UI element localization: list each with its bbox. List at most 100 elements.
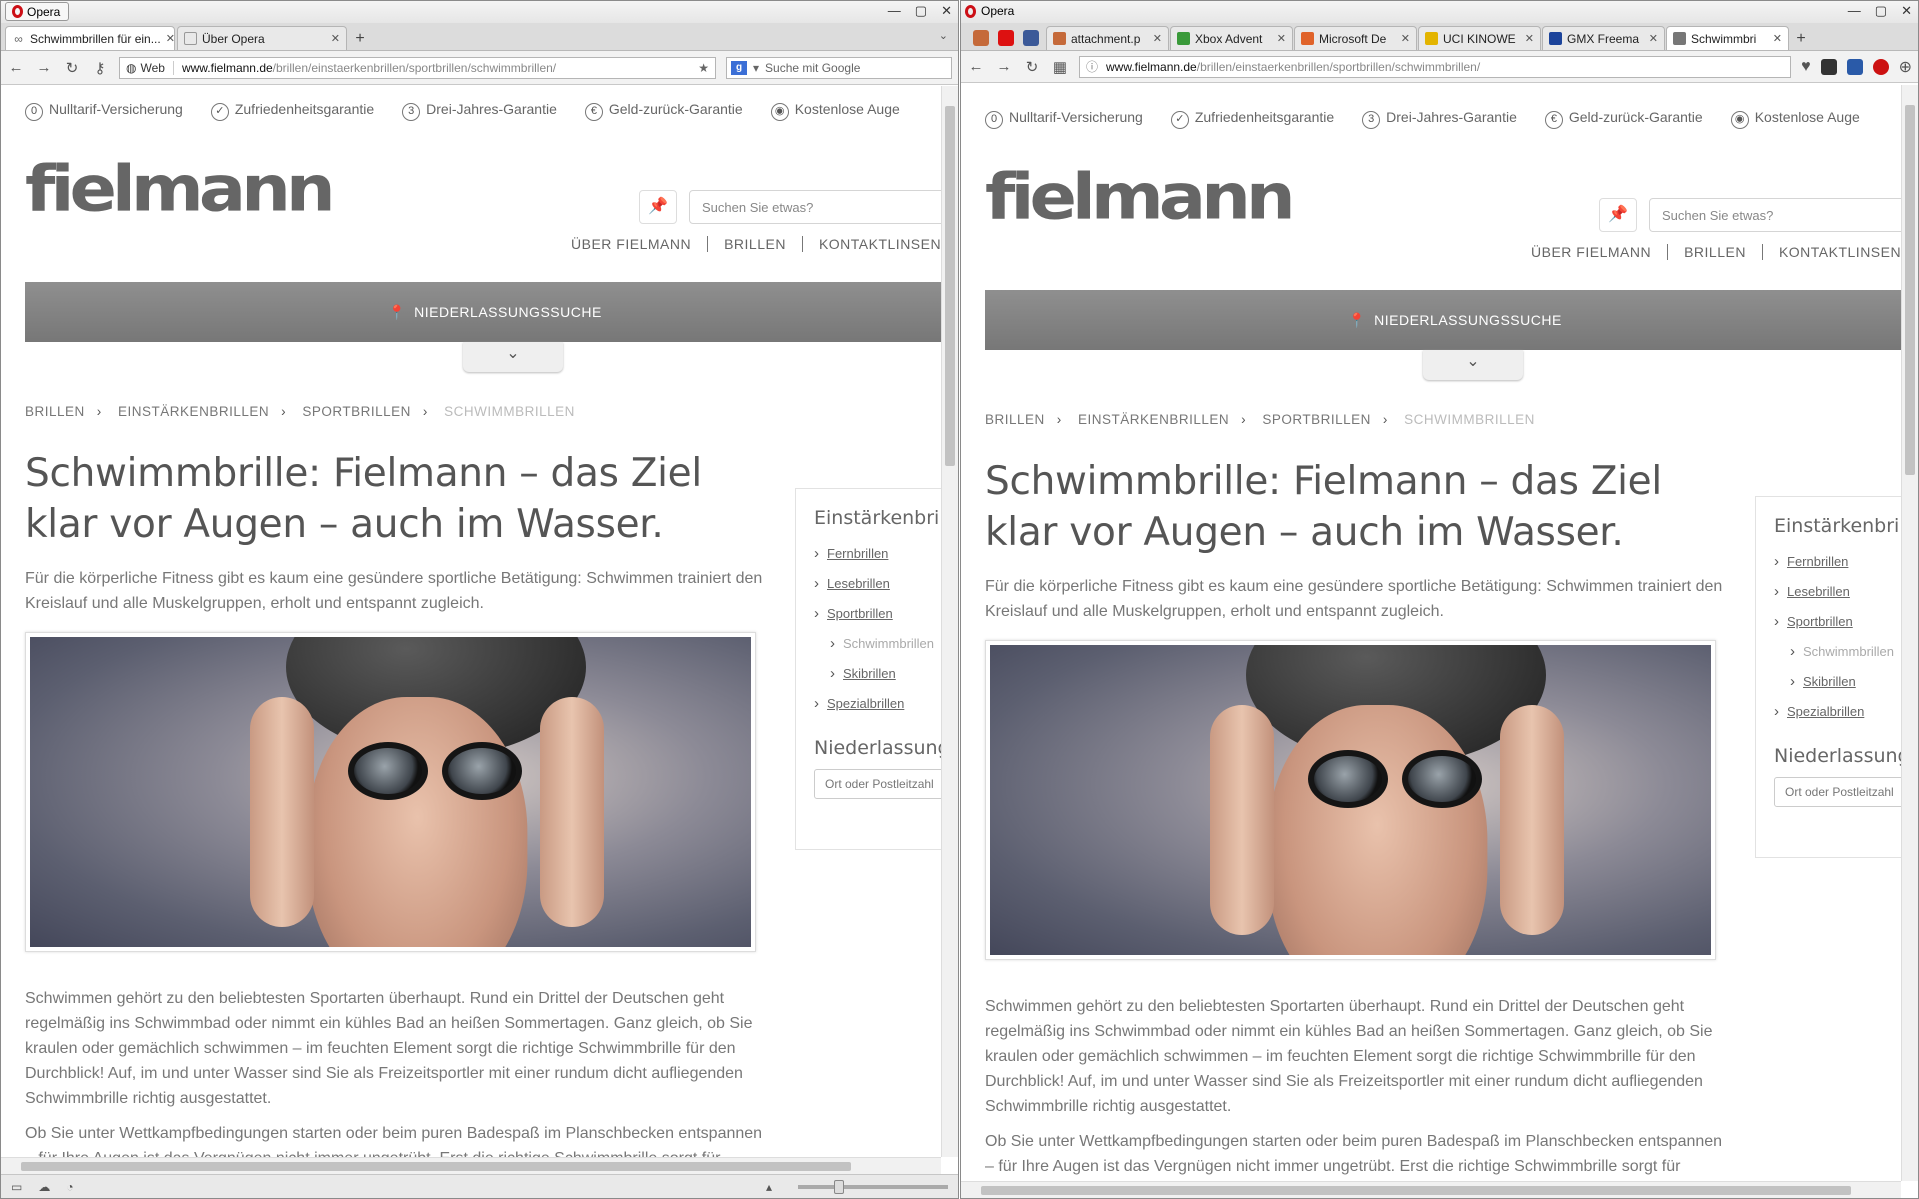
pin-icon[interactable]: 📌 bbox=[639, 190, 677, 224]
info-icon[interactable]: ⓘ bbox=[1086, 58, 1098, 75]
extension-icon[interactable] bbox=[1820, 58, 1837, 75]
store-search-button[interactable]: 📍 NIEDERLASSUNGSSUCHE bbox=[25, 282, 958, 342]
tab-close-icon[interactable]: ✕ bbox=[331, 32, 340, 45]
bookmark-star-icon[interactable]: ★ bbox=[698, 61, 709, 75]
browser-tab[interactable]: Schwimmbri ✕ bbox=[1666, 26, 1789, 50]
maximize-icon[interactable]: ▢ bbox=[915, 3, 927, 19]
browser-tab[interactable]: Xbox Advent ✕ bbox=[1170, 26, 1293, 50]
tab-close-icon[interactable]: ✕ bbox=[1277, 32, 1286, 45]
minimize-icon[interactable]: — bbox=[888, 3, 901, 19]
opera-menu-button[interactable]: Opera bbox=[5, 2, 70, 21]
maximize-icon[interactable]: ▢ bbox=[1875, 3, 1887, 19]
tab-schwimmbrillen[interactable]: ∞ Schwimmbrillen für ein... ✕ bbox=[5, 26, 175, 50]
store-search-button[interactable]: 📍 NIEDERLASSUNGSSUCHE bbox=[985, 290, 1918, 350]
back-icon[interactable]: ← bbox=[967, 58, 985, 75]
usp-bar: 0 Nulltarif-Versicherung ✓ Zufriedenheitsga… bbox=[985, 94, 1918, 144]
site-search-input[interactable]: Suchen Sie etwas? bbox=[1649, 198, 1909, 232]
facebook-icon[interactable] bbox=[1023, 30, 1039, 46]
minimize-icon[interactable]: — bbox=[1848, 3, 1861, 19]
breadcrumb-brillen[interactable]: BRILLEN bbox=[25, 404, 85, 419]
tab-close-icon[interactable]: ✕ bbox=[1401, 32, 1410, 45]
browser-tab[interactable]: UCI KINOWE ✕ bbox=[1418, 26, 1541, 50]
store-location-input[interactable]: Ort oder Postleitzahl bbox=[1774, 777, 1918, 807]
nav-kontaktlinsen[interactable]: KONTAKTLINSEN bbox=[1763, 244, 1918, 260]
expand-chevron-icon[interactable]: ⌄ bbox=[463, 342, 563, 372]
pin-icon[interactable]: 📌 bbox=[1599, 198, 1637, 232]
download-icon[interactable]: ⊕ bbox=[1899, 57, 1912, 77]
opera-menu-button[interactable]: Opera bbox=[965, 4, 1014, 18]
sidebar-item-fernbrillen[interactable]: Fernbrillen bbox=[814, 539, 958, 569]
usp-label: Nulltarif-Versicherung bbox=[1009, 109, 1143, 125]
close-icon[interactable]: ✕ bbox=[941, 3, 952, 19]
new-tab-button[interactable]: + bbox=[1790, 28, 1812, 50]
store-location-input[interactable]: Ort oder Postleitzahl bbox=[814, 769, 958, 799]
tab-close-icon[interactable]: ✕ bbox=[1153, 32, 1162, 45]
tab-menu-chevron-icon[interactable]: ⌄ bbox=[939, 29, 948, 42]
vertical-scrollbar[interactable] bbox=[941, 86, 958, 1157]
hero-image bbox=[25, 632, 756, 952]
adblock-icon[interactable] bbox=[1872, 58, 1889, 75]
search-field[interactable]: g ▾ Suche mit Google bbox=[726, 56, 952, 79]
vertical-scrollbar[interactable] bbox=[1901, 85, 1918, 1181]
breadcrumb-sportbrillen[interactable]: SPORTBRILLEN bbox=[302, 404, 411, 419]
mail-icon[interactable] bbox=[1846, 58, 1863, 75]
reload-icon[interactable]: ↻ bbox=[63, 59, 81, 77]
cloud-icon[interactable]: ☁ bbox=[38, 1180, 50, 1194]
close-icon[interactable]: ✕ bbox=[1901, 3, 1912, 19]
usp-item: 3 Drei-Jahres-Garantie bbox=[402, 101, 557, 121]
dropdown-icon[interactable]: ▾ bbox=[753, 61, 759, 75]
nav-ueber-fielmann[interactable]: ÜBER FIELMANN bbox=[1531, 244, 1669, 260]
site-search-input[interactable]: Suchen Sie etwas? bbox=[689, 190, 949, 224]
view-icon[interactable]: ▴ bbox=[766, 1180, 772, 1194]
speed-dial-icon[interactable]: ◔ bbox=[66, 1180, 73, 1194]
sidebar-item-sportbrillen[interactable]: Sportbrillen bbox=[1774, 607, 1918, 637]
youtube-icon[interactable] bbox=[998, 30, 1014, 46]
speed-dial-grid-icon[interactable]: ▦ bbox=[1051, 58, 1069, 76]
key-icon[interactable]: ⚷ bbox=[91, 59, 109, 77]
nav-kontaktlinsen[interactable]: KONTAKTLINSEN bbox=[803, 236, 958, 252]
sidebar-item-skibrillen[interactable]: Skibrillen bbox=[814, 659, 958, 689]
sidebar-item-fernbrillen[interactable]: Fernbrillen bbox=[1774, 547, 1918, 577]
url-field[interactable]: ⓘ www.fielmann.de/brillen/einstaerkenbri… bbox=[1079, 55, 1792, 78]
back-icon[interactable]: ← bbox=[7, 59, 25, 76]
panel-toggle-icon[interactable]: ▭ bbox=[11, 1180, 22, 1194]
browser-tab[interactable]: attachment.p ✕ bbox=[1046, 26, 1169, 50]
new-tab-button[interactable]: + bbox=[349, 28, 371, 50]
breadcrumb-sportbrillen[interactable]: SPORTBRILLEN bbox=[1262, 412, 1371, 427]
reload-icon[interactable]: ↻ bbox=[1023, 58, 1041, 76]
tab-close-icon[interactable]: ✕ bbox=[166, 32, 174, 45]
sidebar-item-lesebrillen[interactable]: Lesebrillen bbox=[1774, 577, 1918, 607]
tab-ueber-opera[interactable]: Über Opera ✕ bbox=[177, 26, 347, 50]
pinned-tab-icon[interactable] bbox=[973, 30, 989, 46]
sidebar-item-sportbrillen[interactable]: Sportbrillen bbox=[814, 599, 958, 629]
web-badge[interactable]: ◍ Web bbox=[126, 60, 174, 75]
fielmann-logo[interactable]: fielmann bbox=[985, 166, 1296, 229]
url-field[interactable]: ◍ Web www.fielmann.de/brillen/einstaerke… bbox=[119, 56, 716, 79]
browser-tab[interactable]: GMX Freema ✕ bbox=[1542, 26, 1665, 50]
tab-close-icon[interactable]: ✕ bbox=[1773, 32, 1782, 45]
nav-ueber-fielmann[interactable]: ÜBER FIELMANN bbox=[571, 236, 709, 252]
nav-brillen[interactable]: BRILLEN bbox=[708, 236, 803, 252]
heart-icon[interactable]: ♥ bbox=[1801, 58, 1811, 76]
nav-brillen[interactable]: BRILLEN bbox=[1668, 244, 1763, 260]
sidebar-item-lesebrillen[interactable]: Lesebrillen bbox=[814, 569, 958, 599]
usp-item: € Geld-zurück-Garantie bbox=[584, 101, 743, 121]
forward-icon[interactable]: → bbox=[35, 59, 53, 76]
breadcrumb-einstaerkenbrillen[interactable]: EINSTÄRKENBRILLEN bbox=[1078, 412, 1229, 427]
zoom-slider[interactable] bbox=[798, 1179, 948, 1194]
expand-chevron-icon[interactable]: ⌄ bbox=[1423, 350, 1523, 380]
fielmann-logo[interactable]: fielmann bbox=[25, 158, 336, 221]
sidebar-item-skibrillen[interactable]: Skibrillen bbox=[1774, 667, 1918, 697]
body-paragraph-1: Schwimmen gehört zu den beliebtesten Spo… bbox=[25, 990, 753, 1107]
sidebar-item-spezialbrillen[interactable]: Spezialbrillen bbox=[1774, 697, 1918, 727]
forward-icon[interactable]: → bbox=[995, 58, 1013, 75]
tab-close-icon[interactable]: ✕ bbox=[1649, 32, 1658, 45]
breadcrumb-einstaerkenbrillen[interactable]: EINSTÄRKENBRILLEN bbox=[118, 404, 269, 419]
tab-close-icon[interactable]: ✕ bbox=[1525, 32, 1534, 45]
horizontal-scrollbar[interactable] bbox=[961, 1181, 1901, 1198]
sidebar-item-spezialbrillen[interactable]: Spezialbrillen bbox=[814, 689, 958, 719]
main-nav: ÜBER FIELMANN BRILLEN KONTAKTLINSEN bbox=[571, 236, 958, 252]
browser-tab[interactable]: Microsoft De ✕ bbox=[1294, 26, 1417, 50]
horizontal-scrollbar[interactable] bbox=[1, 1157, 941, 1174]
breadcrumb-brillen[interactable]: BRILLEN bbox=[985, 412, 1045, 427]
